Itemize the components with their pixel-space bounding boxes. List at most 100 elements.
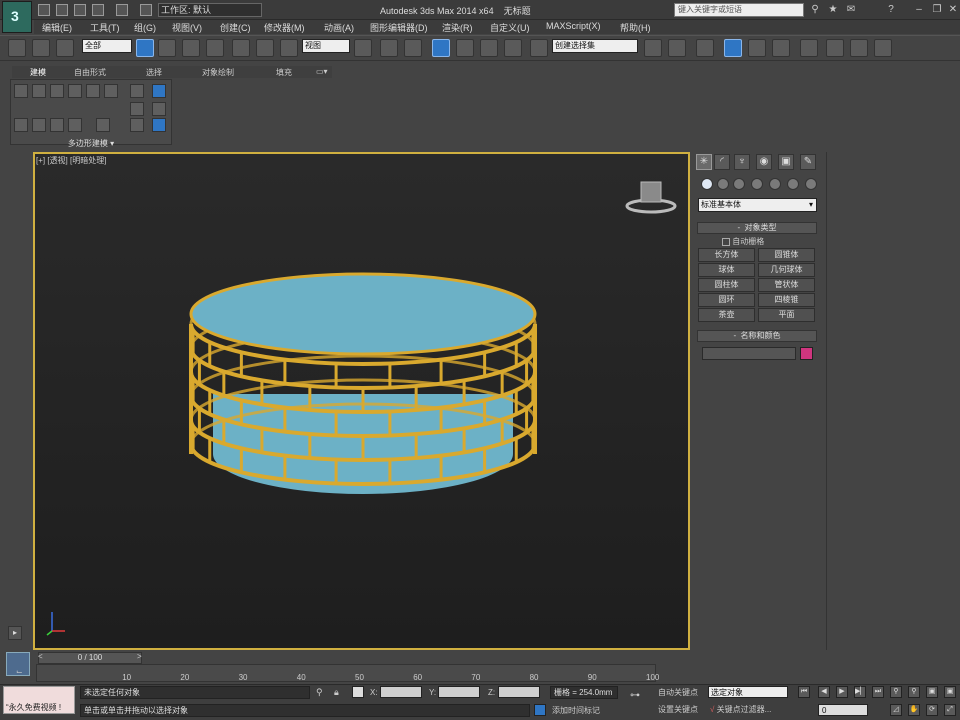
isolate-icon[interactable]: ⚲ [316,687,323,698]
perspective-viewport[interactable] [33,152,690,650]
zoom-all-icon[interactable]: ⚲ [908,686,920,698]
ribbon-minimize-icon[interactable]: ▭▾ [316,67,328,76]
next-frame-icon[interactable]: ▶▏ [854,686,866,698]
edit-named-selection-icon[interactable] [530,39,548,57]
menu-views[interactable]: 视图(V) [172,21,202,34]
y-coordinate-field[interactable] [438,686,480,698]
mirror-icon[interactable] [644,39,662,57]
pivot-center-icon[interactable] [354,39,372,57]
torus-button[interactable]: 圆环 [698,293,755,307]
geometry-icon[interactable] [701,178,713,190]
rectangular-selection-icon[interactable] [182,39,200,57]
ribbon-tab-populate[interactable]: 填充 [276,67,292,78]
keyboard-shortcut-override-icon[interactable] [404,39,422,57]
pyramid-button[interactable]: 四棱锥 [758,293,815,307]
ribbon-tab-selection[interactable]: 选择 [146,67,162,78]
menu-group[interactable]: 组(G) [134,21,156,34]
space-warps-icon[interactable] [787,178,799,190]
ribbon-tool-icon[interactable] [130,118,144,132]
field-of-view-icon[interactable]: ◿ [890,704,902,716]
app-logo-icon[interactable]: 3 [2,1,32,33]
play-icon[interactable]: ▶ [836,686,848,698]
ribbon-tab-object-paint[interactable]: 对象绘制 [202,67,234,78]
render-setup-icon[interactable] [826,39,844,57]
save-file-icon[interactable] [74,4,86,16]
menu-edit[interactable]: 编辑(E) [42,21,72,34]
redo-icon[interactable] [116,4,128,16]
selection-filter-dropdown[interactable]: 全部 [82,39,132,53]
time-slider[interactable]: 0 / 100 [38,652,142,664]
menu-graph-editors[interactable]: 图形编辑器(D) [370,21,428,34]
auto-key-label[interactable]: 自动关键点 [658,687,698,698]
named-selection-dropdown[interactable]: 创建选择集 [552,39,638,53]
move-icon[interactable] [232,39,250,57]
curve-editor-icon[interactable] [748,39,766,57]
menu-rendering[interactable]: 渲染(R) [442,21,473,34]
category-dropdown[interactable]: 标准基本体 ▾ [698,198,817,212]
ribbon-panel-label[interactable]: 多边形建模 ▾ [10,138,172,149]
previous-frame-icon[interactable]: ◀ [818,686,830,698]
scale-icon[interactable] [280,39,298,57]
percent-snap-icon[interactable] [480,39,498,57]
menu-create[interactable]: 创建(C) [220,21,251,34]
add-time-tag[interactable]: 添加时间标记 [552,705,600,716]
display-tab-icon[interactable]: ▣ [778,154,794,170]
zoom-extents-all-icon[interactable]: ▣ [944,686,956,698]
key-icon[interactable]: ⊶ [630,690,640,701]
ribbon-tool-icon[interactable] [86,84,100,98]
autogrid-checkbox[interactable]: 自动栅格 [722,236,764,247]
ribbon-tool-icon[interactable] [14,118,28,132]
menu-maxscript[interactable]: MAXScript(X) [546,21,601,31]
plane-button[interactable]: 平面 [758,308,815,322]
z-coordinate-field[interactable] [498,686,540,698]
open-curve-editor-icon[interactable]: ⌙ [16,667,23,676]
ribbon-tool-icon[interactable] [130,102,144,116]
box-button[interactable]: 长方体 [698,248,755,262]
schematic-view-icon[interactable] [772,39,790,57]
motion-tab-icon[interactable]: ◉ [756,154,772,170]
ribbon-tool-icon[interactable] [32,118,46,132]
menu-customize[interactable]: 自定义(U) [490,21,530,34]
viewport-label[interactable]: [+] [透视] [明暗处理] [36,155,106,166]
menu-animation[interactable]: 动画(A) [324,21,354,34]
cylinder-button[interactable]: 圆柱体 [698,278,755,292]
unlink-icon[interactable] [32,39,50,57]
minimize-icon[interactable]: – [912,3,926,17]
zoom-icon[interactable]: ⚲ [890,686,902,698]
menu-tools[interactable]: 工具(T) [90,21,120,34]
align-icon[interactable] [668,39,686,57]
systems-icon[interactable] [805,178,817,190]
sphere-button[interactable]: 球体 [698,263,755,277]
current-frame-field[interactable]: 0 [818,704,868,716]
select-by-name-icon[interactable] [158,39,176,57]
slider-left-arrow-icon[interactable]: < [38,652,43,661]
ribbon-tool-icon[interactable] [68,84,82,98]
viewport-layout-icon[interactable]: ▸ [8,626,22,640]
orbit-icon[interactable]: ⟳ [926,704,938,716]
open-file-icon[interactable] [56,4,68,16]
rotate-icon[interactable] [256,39,274,57]
helpers-icon[interactable] [769,178,781,190]
teapot-button[interactable]: 茶壶 [698,308,755,322]
render-teapot-icon[interactable] [874,39,892,57]
info-center-icon[interactable]: ✉ [844,3,858,17]
restore-icon[interactable]: ❐ [930,3,944,17]
create-tab-icon[interactable]: ✳ [696,154,712,170]
ribbon-tool-icon[interactable] [50,84,64,98]
reference-coordinate-dropdown[interactable]: 视图 [302,39,350,53]
link-icon[interactable] [8,39,26,57]
select-manipulate-icon[interactable] [380,39,398,57]
lights-icon[interactable] [733,178,745,190]
go-to-end-icon[interactable]: ⏭ [872,686,884,698]
search-input[interactable]: 键入关键字或短语 [674,3,804,17]
ribbon-tool-icon[interactable] [104,84,118,98]
pan-view-icon[interactable]: ✋ [908,704,920,716]
ribbon-tool-icon[interactable] [32,84,46,98]
utilities-tab-icon[interactable]: ✎ [800,154,816,170]
bind-space-warp-icon[interactable] [56,39,74,57]
project-folder-icon[interactable] [140,4,152,16]
workspace-dropdown[interactable]: 工作区: 默认 [158,3,262,17]
ribbon-tool-icon[interactable] [96,118,110,132]
binoculars-icon[interactable]: ⚲ [808,3,822,17]
help-icon[interactable]: ? [884,3,898,17]
